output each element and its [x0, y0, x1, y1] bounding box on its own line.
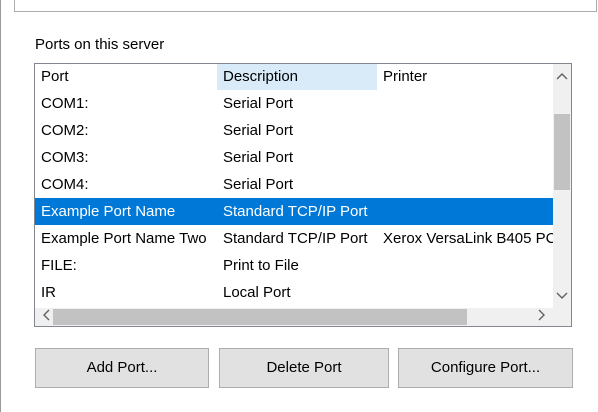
list-header: Port Description Printer	[35, 64, 553, 90]
window-edge	[0, 0, 1, 412]
table-row[interactable]: FILE: Print to File	[35, 252, 553, 279]
table-row[interactable]: COM1: Serial Port	[35, 90, 553, 117]
cell-printer	[377, 144, 553, 171]
cell-description: Serial Port	[223, 176, 294, 193]
horizontal-scroll-thumb[interactable]	[53, 309, 467, 325]
cell-description: Serial Port	[223, 122, 294, 139]
table-row[interactable]: COM2: Serial Port	[35, 117, 553, 144]
cell-port: IR	[41, 284, 56, 301]
cell-description: Standard TCP/IP Port	[223, 230, 368, 247]
cell-printer	[377, 252, 553, 279]
delete-port-button[interactable]: Delete Port	[219, 348, 389, 388]
cell-description: Standard TCP/IP Port	[223, 203, 368, 220]
cell-printer	[377, 171, 553, 198]
cell-printer	[377, 279, 553, 306]
column-header-port[interactable]: Port	[35, 64, 217, 90]
cell-printer	[377, 90, 553, 117]
chevron-right-icon[interactable]	[533, 308, 551, 326]
cell-description: Local Port	[223, 284, 291, 301]
list-rows: COM1: Serial Port COM2: Serial Port COM3…	[35, 90, 553, 306]
cell-port: Example Port Name Two	[41, 230, 207, 247]
section-label: Ports on this server	[35, 36, 165, 53]
chevron-up-icon[interactable]	[553, 66, 571, 86]
table-row-selected[interactable]: Example Port Name Standard TCP/IP Port	[35, 198, 553, 225]
add-port-button[interactable]: Add Port...	[35, 348, 209, 388]
configure-port-button[interactable]: Configure Port...	[398, 348, 573, 388]
cell-port: COM3:	[41, 149, 89, 166]
column-header-description[interactable]: Description	[217, 64, 377, 90]
horizontal-scrollbar[interactable]	[35, 308, 553, 326]
table-row[interactable]: IR Local Port	[35, 279, 553, 306]
chevron-down-icon[interactable]	[553, 286, 571, 306]
ports-list[interactable]: Port Description Printer COM1: Serial Po…	[34, 63, 572, 327]
cell-description: Serial Port	[223, 149, 294, 166]
cell-port: COM4:	[41, 176, 89, 193]
cell-printer	[377, 117, 553, 144]
vertical-scroll-thumb[interactable]	[554, 114, 570, 190]
group-frame	[14, 0, 597, 12]
vertical-scrollbar[interactable]	[553, 64, 571, 308]
column-header-printer[interactable]: Printer	[377, 64, 553, 90]
cell-port: Example Port Name	[41, 203, 176, 220]
cell-description: Print to File	[223, 257, 299, 274]
cell-printer	[377, 198, 553, 225]
ports-tab-panel: Ports on this server Port Description Pr…	[0, 0, 598, 412]
cell-port: COM1:	[41, 95, 89, 112]
table-row[interactable]: Example Port Name Two Standard TCP/IP Po…	[35, 225, 553, 252]
table-row[interactable]: COM4: Serial Port	[35, 171, 553, 198]
table-row[interactable]: COM3: Serial Port	[35, 144, 553, 171]
cell-port: COM2:	[41, 122, 89, 139]
cell-port: FILE:	[41, 257, 77, 274]
scrollbar-corner	[553, 308, 571, 326]
cell-description: Serial Port	[223, 95, 294, 112]
cell-printer: Xerox VersaLink B405 PCL6	[383, 230, 553, 247]
